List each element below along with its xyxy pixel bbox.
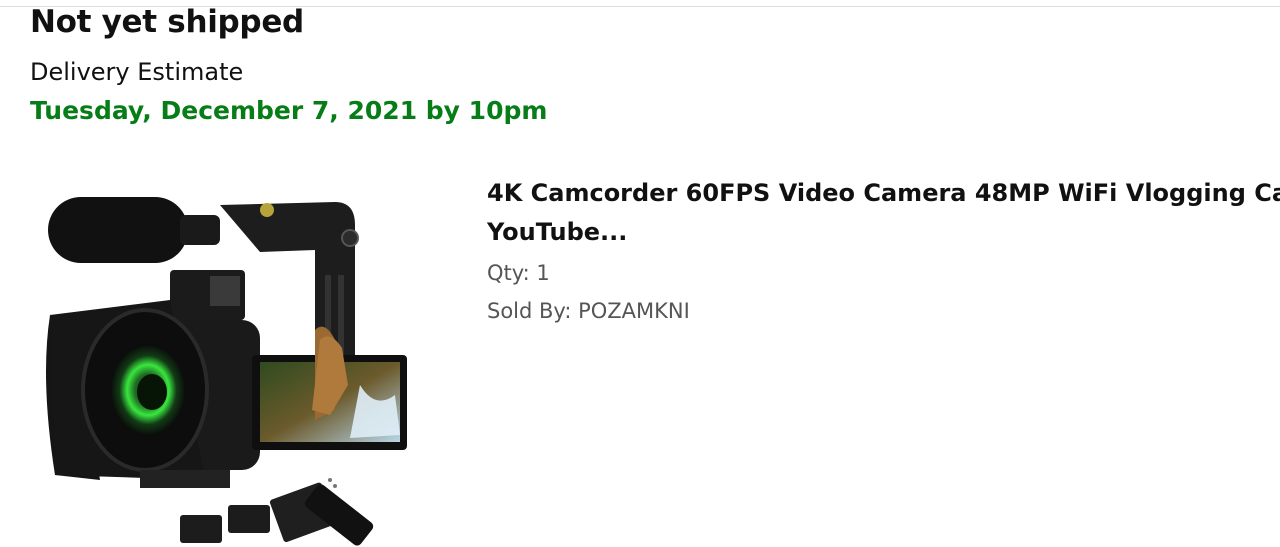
product-title[interactable]: 4K Camcorder 60FPS Video Camera 48MP WiF… [487, 174, 1280, 252]
delivery-date: Tuesday, December 7, 2021 by 10pm [30, 96, 548, 125]
camcorder-product-icon [46, 197, 407, 546]
shipment-status-heading: Not yet shipped [30, 4, 304, 40]
quantity-label: Qty: 1 [487, 261, 550, 285]
seller-label: Sold By: POZAMKNI [487, 299, 690, 323]
product-title-line-2[interactable]: YouTube... [487, 218, 627, 246]
product-info: 4K Camcorder 60FPS Video Camera 48MP WiF… [487, 174, 1280, 330]
product-title-line-1[interactable]: 4K Camcorder 60FPS Video Camera 48MP WiF… [487, 179, 1280, 207]
delivery-estimate-label: Delivery Estimate [30, 58, 244, 86]
product-image[interactable] [30, 180, 430, 547]
